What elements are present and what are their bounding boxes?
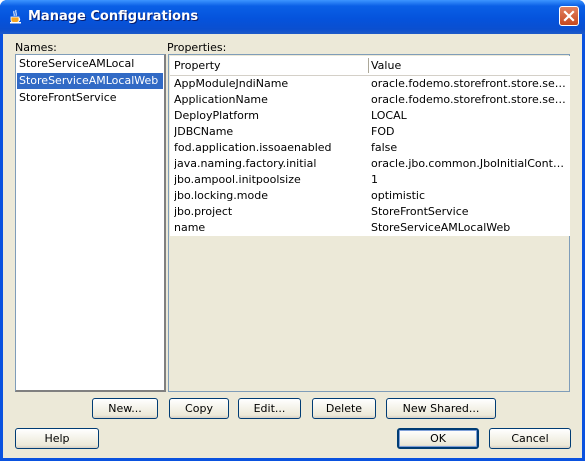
table-row[interactable]: jbo.project StoreFrontService <box>170 204 570 220</box>
dialog-window: Manage Configurations Names: Properties:… <box>0 0 585 461</box>
property-name: name <box>174 221 206 234</box>
table-body: AppModuleJndiName oracle.fodemo.storefron… <box>170 76 570 236</box>
property-name: java.naming.factory.initial <box>174 157 317 170</box>
names-label: Names: <box>15 41 57 54</box>
property-value[interactable]: oracle.jbo.common.JboInitialContextF... <box>371 156 569 172</box>
property-value[interactable]: oracle.fodemo.storefront.store.servic... <box>371 76 569 92</box>
property-value[interactable]: LOCAL <box>371 108 569 124</box>
column-header-property[interactable]: Property <box>174 56 366 75</box>
table-row[interactable]: java.naming.factory.initial oracle.jbo.co… <box>170 156 570 172</box>
names-list-item[interactable]: StoreServiceAMLocal <box>17 56 163 72</box>
new-shared-button[interactable]: New Shared... <box>386 398 496 419</box>
property-value[interactable]: oracle.fodemo.storefront.store.servic... <box>371 92 569 108</box>
table-header: Property Value <box>170 56 570 76</box>
close-icon <box>563 10 575 22</box>
window-title: Manage Configurations <box>28 9 199 24</box>
help-button[interactable]: Help <box>15 428 99 449</box>
table-row[interactable]: JDBCName FOD <box>170 124 570 140</box>
java-cup-icon <box>8 9 24 25</box>
property-value[interactable]: StoreServiceAMLocalWeb <box>371 220 569 236</box>
copy-button[interactable]: Copy <box>169 398 229 419</box>
property-value[interactable]: false <box>371 140 569 156</box>
new-button[interactable]: New... <box>92 398 158 419</box>
names-list[interactable]: StoreServiceAMLocal StoreServiceAMLocalW… <box>15 54 166 392</box>
edit-button[interactable]: Edit... <box>238 398 301 419</box>
property-value[interactable]: 1 <box>371 172 569 188</box>
names-list-item-selected[interactable]: StoreServiceAMLocalWeb <box>17 73 163 89</box>
property-name: JDBCName <box>174 125 234 138</box>
property-name: AppModuleJndiName <box>174 77 289 90</box>
property-value[interactable]: FOD <box>371 124 569 140</box>
property-value[interactable]: optimistic <box>371 188 569 204</box>
property-name: DeployPlatform <box>174 109 259 122</box>
table-row[interactable]: AppModuleJndiName oracle.fodemo.storefron… <box>170 76 570 92</box>
cancel-button[interactable]: Cancel <box>489 428 571 449</box>
dialog-content: Names: Properties: StoreServiceAMLocal S… <box>3 34 582 458</box>
property-name: jbo.ampool.initpoolsize <box>174 173 301 186</box>
properties-label: Properties: <box>167 41 227 54</box>
table-row[interactable]: fod.application.issoaenabled false <box>170 140 570 156</box>
ok-button[interactable]: OK <box>397 428 479 449</box>
close-button[interactable] <box>559 6 579 26</box>
table-row[interactable]: ApplicationName oracle.fodemo.storefront.… <box>170 92 570 108</box>
property-name: ApplicationName <box>174 93 268 106</box>
table-row[interactable]: jbo.ampool.initpoolsize 1 <box>170 172 570 188</box>
property-name: jbo.project <box>174 205 233 218</box>
names-list-item[interactable]: StoreFrontService <box>17 90 163 106</box>
property-name: fod.application.issoaenabled <box>174 141 332 154</box>
title-bar[interactable]: Manage Configurations <box>0 0 585 34</box>
column-header-value[interactable]: Value <box>371 56 569 75</box>
property-value[interactable]: StoreFrontService <box>371 204 569 220</box>
table-row[interactable]: DeployPlatform LOCAL <box>170 108 570 124</box>
properties-table: Property Value AppModuleJndiName oracle.f… <box>168 54 570 392</box>
column-divider[interactable] <box>368 58 369 73</box>
property-name: jbo.locking.mode <box>174 189 268 202</box>
table-row[interactable]: jbo.locking.mode optimistic <box>170 188 570 204</box>
table-row[interactable]: name StoreServiceAMLocalWeb <box>170 220 570 236</box>
delete-button[interactable]: Delete <box>312 398 376 419</box>
